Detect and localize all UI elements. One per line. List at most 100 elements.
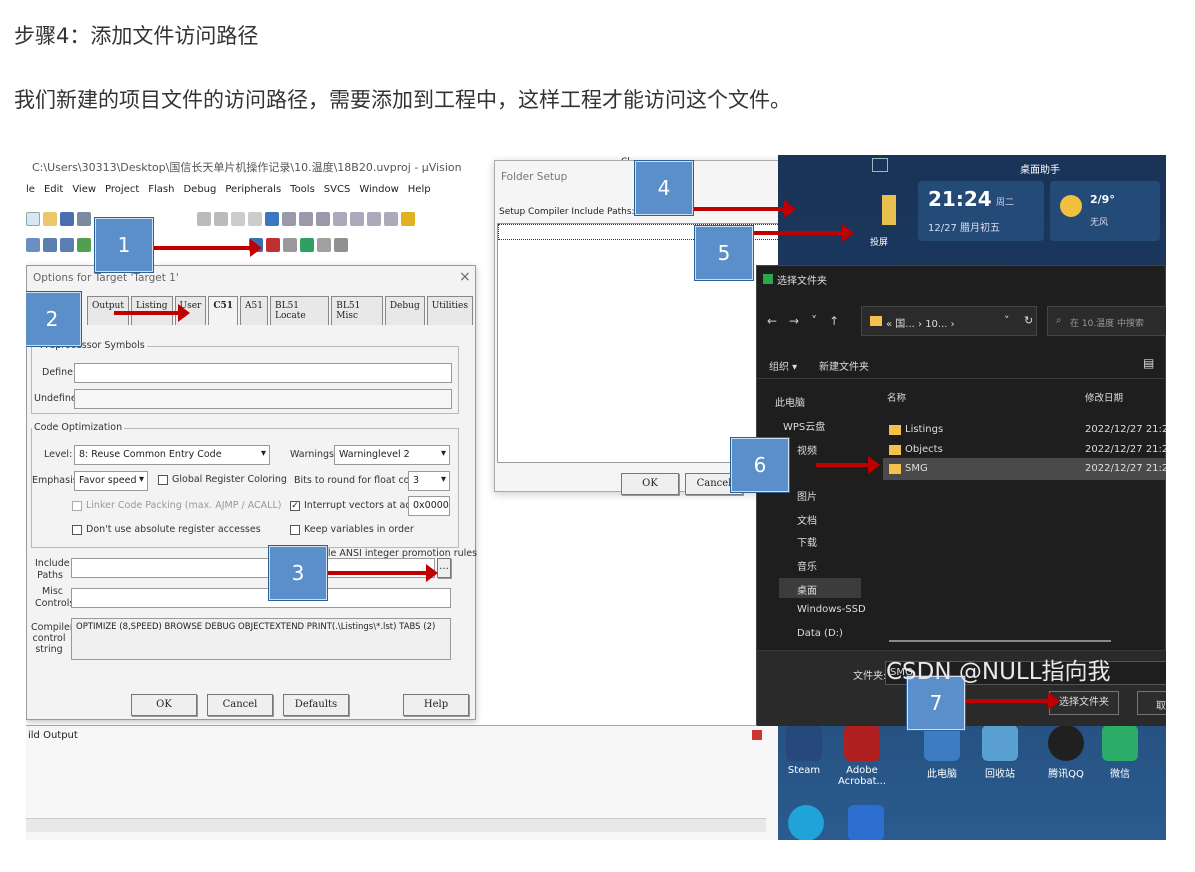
nav-item-documents[interactable]: 文档	[797, 512, 817, 527]
tab-bl51-misc[interactable]: BL51 Misc	[331, 296, 383, 325]
table-row-selected[interactable]: SMG 2022/12/27 21:23	[883, 458, 1166, 480]
undo-icon[interactable]	[197, 212, 211, 226]
keep-vars-checkbox[interactable]	[290, 525, 300, 535]
bookmark-clear-icon[interactable]	[316, 212, 330, 226]
nav-item-wps[interactable]: WPS云盘	[783, 418, 825, 433]
global-register-checkbox[interactable]	[158, 475, 168, 485]
ok-button[interactable]: OK	[131, 694, 197, 716]
menu-edit[interactable]: Edit	[44, 184, 63, 200]
shirt-icon[interactable]	[872, 158, 888, 172]
refresh-icon[interactable]: ↻	[1024, 314, 1033, 327]
horizontal-scrollbar[interactable]	[26, 818, 766, 832]
rte-icon[interactable]	[334, 238, 348, 252]
rebuild-icon[interactable]	[60, 238, 74, 252]
search-box[interactable]: ⌕ 在 10.温度 中搜索	[1047, 306, 1166, 336]
organize-menu[interactable]: 组织 ▾	[769, 358, 797, 373]
warnings-select[interactable]: Warninglevel 2	[334, 445, 450, 465]
translate-icon[interactable]	[26, 238, 40, 252]
tab-bl51-locate[interactable]: BL51 Locate	[269, 296, 330, 325]
folder-ok-button[interactable]: OK	[621, 473, 679, 495]
wechat-icon[interactable]	[1102, 725, 1138, 761]
pack-installer-icon[interactable]	[300, 238, 314, 252]
define-input[interactable]	[74, 363, 452, 383]
indent-icon[interactable]	[333, 212, 347, 226]
nav-item-data-d[interactable]: Data (D:)	[797, 628, 843, 639]
comment-icon[interactable]	[367, 212, 381, 226]
bookmark-icon[interactable]	[265, 212, 279, 226]
menu-svcs[interactable]: SVCS	[324, 184, 351, 200]
qq-icon[interactable]	[1048, 725, 1084, 761]
nav-item-music[interactable]: 音乐	[797, 558, 817, 573]
level-select[interactable]: 8: Reuse Common Entry Code	[74, 445, 270, 465]
interrupt-address-input[interactable]: 0x0000	[408, 496, 450, 516]
side-widget-tab[interactable]	[882, 195, 896, 225]
column-header-name[interactable]: 名称	[887, 390, 906, 404]
menu-tools[interactable]: Tools	[290, 184, 315, 200]
cancel-button[interactable]: 取	[1137, 691, 1166, 715]
acrobat-icon[interactable]	[844, 725, 880, 761]
interrupt-vectors-checkbox[interactable]: ✓	[290, 501, 300, 511]
tab-utilities[interactable]: Utilities	[426, 296, 473, 325]
menu-project[interactable]: Project	[105, 184, 139, 200]
defaults-button[interactable]: Defaults	[283, 694, 349, 716]
table-row[interactable]: Objects 2022/12/27 21:22	[887, 440, 1166, 460]
open-icon[interactable]	[43, 212, 57, 226]
new-icon[interactable]	[26, 212, 40, 226]
menu-file[interactable]: le	[26, 184, 35, 200]
emphasis-select[interactable]: Favor speed	[74, 471, 148, 491]
cancel-button[interactable]: Cancel	[207, 694, 273, 716]
linker-packing-checkbox[interactable]	[72, 501, 82, 511]
cut-icon[interactable]	[77, 212, 91, 226]
column-header-date[interactable]: 修改日期	[1085, 390, 1123, 404]
nav-item-windows-ssd[interactable]: Windows-SSD	[797, 604, 866, 615]
nav-forward-icon[interactable]	[248, 212, 262, 226]
table-row[interactable]: Listings 2022/12/27 21:22	[887, 420, 1166, 440]
uncomment-icon[interactable]	[384, 212, 398, 226]
find-icon[interactable]	[401, 212, 415, 226]
manage-components-icon[interactable]	[266, 238, 280, 252]
menu-help[interactable]: Help	[408, 184, 431, 200]
recycle-bin-icon[interactable]	[982, 725, 1018, 761]
close-icon[interactable]: ×	[459, 269, 471, 285]
misc-controls-input[interactable]	[71, 588, 451, 608]
tab-debug[interactable]: Debug	[384, 296, 425, 325]
bits-round-select[interactable]: 3	[408, 471, 450, 491]
menu-flash[interactable]: Flash	[148, 184, 174, 200]
menu-peripherals[interactable]: Peripherals	[225, 184, 281, 200]
tab-c51[interactable]: C51	[208, 296, 239, 325]
help-button[interactable]: Help	[403, 694, 469, 716]
menu-view[interactable]: View	[72, 184, 96, 200]
menu-window[interactable]: Window	[359, 184, 398, 200]
address-bar[interactable]: « 国... › 10... › ˅ ↻	[861, 306, 1037, 336]
dont-use-abs-checkbox[interactable]	[72, 525, 82, 535]
include-browse-button[interactable]: ...	[437, 558, 451, 578]
nav-item-videos[interactable]: 视频	[797, 442, 817, 457]
nav-item-downloads[interactable]: 下载	[797, 534, 817, 549]
steam-icon[interactable]	[786, 725, 822, 761]
save-icon[interactable]	[60, 212, 74, 226]
tab-a51[interactable]: A51	[240, 296, 268, 325]
bookmark-prev-icon[interactable]	[282, 212, 296, 226]
app-icon-bottom-1[interactable]	[788, 805, 824, 840]
bookmark-next-icon[interactable]	[299, 212, 313, 226]
redo-icon[interactable]	[214, 212, 228, 226]
file-extensions-icon[interactable]	[283, 238, 297, 252]
menu-debug[interactable]: Debug	[183, 184, 216, 200]
include-paths-input[interactable]	[71, 558, 435, 578]
undefine-input[interactable]	[74, 389, 452, 409]
outdent-icon[interactable]	[350, 212, 364, 226]
nav-back-icon[interactable]	[231, 212, 245, 226]
build-icon[interactable]	[43, 238, 57, 252]
dropdown-icon[interactable]: ˅	[1004, 314, 1010, 327]
horizontal-scrollbar[interactable]	[889, 640, 1111, 642]
nav-arrows[interactable]: ←→˅↑	[767, 314, 851, 328]
select-packs-icon[interactable]	[317, 238, 331, 252]
nav-item-this-pc[interactable]: 此电脑	[775, 394, 805, 409]
download-icon[interactable]	[77, 238, 91, 252]
view-options-icon[interactable]: ▤	[1143, 356, 1154, 370]
new-folder-button[interactable]: 新建文件夹	[819, 358, 869, 373]
app-icon-bottom-2[interactable]	[848, 805, 884, 840]
nav-item-pictures[interactable]: 图片	[797, 488, 817, 503]
panel-close-icon[interactable]	[752, 730, 762, 740]
nav-item-desktop[interactable]: 桌面	[797, 582, 817, 597]
